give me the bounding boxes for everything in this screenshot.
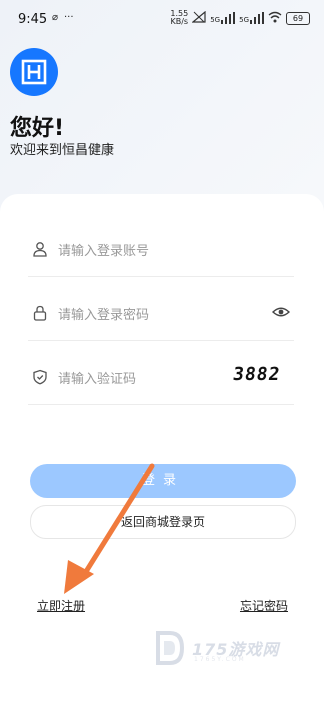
network-speed: 1.55 KB/s bbox=[170, 10, 188, 26]
network-type-1: 5G bbox=[210, 16, 221, 24]
captcha-image[interactable]: 3882 bbox=[231, 364, 281, 385]
status-time: 9:45 bbox=[18, 12, 48, 27]
back-to-mall-login-button[interactable]: 返回商城登录页 bbox=[30, 505, 296, 539]
app-logo bbox=[10, 48, 58, 96]
lock-icon bbox=[30, 303, 50, 323]
network-type-2: 5G bbox=[239, 16, 249, 24]
status-bar: 9:45 ⌀ ··· 1.55 KB/s 5G 5G 69 bbox=[0, 0, 324, 38]
status-right: 1.55 KB/s 5G 5G 69 bbox=[170, 10, 310, 26]
user-icon bbox=[30, 239, 50, 259]
account-input[interactable]: 请输入登录账号 bbox=[58, 240, 149, 259]
captcha-field[interactable]: 请输入验证码 3882 bbox=[28, 350, 294, 405]
status-more-icon: ··· bbox=[64, 12, 74, 23]
logo-mark-icon bbox=[21, 59, 47, 85]
password-field[interactable]: 请输入登录密码 bbox=[28, 286, 294, 341]
signal-2-icon: 5G bbox=[239, 12, 264, 24]
welcome-subtitle: 欢迎来到恒昌健康 bbox=[10, 143, 115, 158]
watermark-sub: 1765Y.COM bbox=[194, 656, 246, 663]
show-password-eye-icon[interactable] bbox=[271, 303, 292, 323]
wifi-icon bbox=[268, 11, 282, 25]
watermark-logo-icon bbox=[156, 631, 185, 665]
register-link[interactable]: 立即注册 bbox=[37, 597, 85, 614]
account-field[interactable]: 请输入登录账号 bbox=[28, 222, 294, 277]
watermark: 175游戏网 1765Y.COM bbox=[154, 626, 284, 670]
captcha-input[interactable]: 请输入验证码 bbox=[58, 368, 136, 387]
battery-icon: 69 bbox=[286, 11, 310, 25]
login-button[interactable]: 登录 bbox=[30, 464, 296, 498]
no-signal-icon bbox=[191, 10, 206, 25]
network-speed-unit: KB/s bbox=[170, 17, 189, 26]
shield-icon bbox=[30, 367, 50, 387]
signal-1-icon: 5G bbox=[210, 12, 236, 24]
forgot-password-link[interactable]: 忘记密码 bbox=[240, 597, 288, 614]
password-input[interactable]: 请输入登录密码 bbox=[58, 304, 149, 323]
status-indicator: ⌀ bbox=[52, 12, 59, 23]
greeting-title: 您好! bbox=[10, 116, 65, 141]
